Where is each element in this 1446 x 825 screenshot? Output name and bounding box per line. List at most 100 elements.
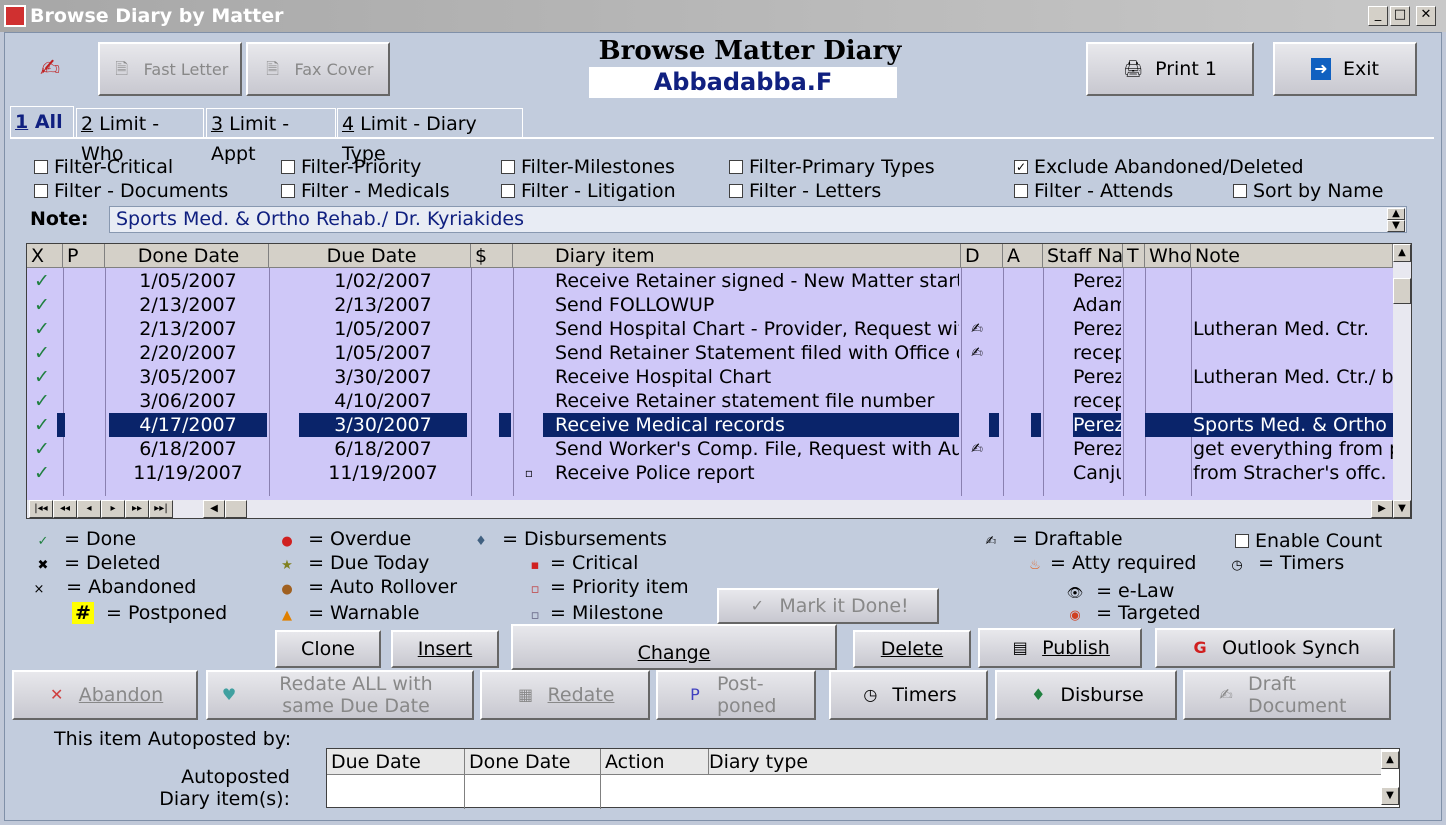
row-indicator[interactable] xyxy=(57,341,65,365)
first-record-button[interactable]: |◂◂ xyxy=(29,500,53,518)
col-a[interactable]: A xyxy=(1003,244,1043,268)
fast-letter-button[interactable]: 🗎 Fast Letter xyxy=(98,42,242,96)
diary-item-cell[interactable]: Receive Retainer signed - New Matter sta… xyxy=(543,269,959,293)
dollar-cell[interactable] xyxy=(499,389,511,413)
prev-page-button[interactable]: ◂◂ xyxy=(53,500,77,518)
due-date-cell[interactable]: 11/19/2007 xyxy=(299,461,467,485)
note-cell[interactable]: Lutheran Med. Ctr./ bill xyxy=(1191,365,1393,389)
insert-button[interactable]: Insert xyxy=(391,630,499,668)
filter-priority-checkbox[interactable]: Filter-Priority xyxy=(281,156,421,178)
milestone-icon[interactable]: ▫ xyxy=(523,461,535,485)
done-date-cell[interactable]: 2/20/2007 xyxy=(109,341,267,365)
close-button[interactable]: ✕ xyxy=(1416,6,1436,26)
postponed-button[interactable]: P Post-poned xyxy=(656,670,816,720)
disburse-button[interactable]: ♦ Disburse xyxy=(995,670,1177,720)
timers-button[interactable]: ◷ Timers xyxy=(829,670,988,720)
dollar-cell[interactable] xyxy=(499,461,511,485)
staff-cell[interactable]: Adams xyxy=(1073,293,1121,317)
filter-milestones-checkbox[interactable]: Filter-Milestones xyxy=(501,156,675,178)
filter-litigation-checkbox[interactable]: Filter - Litigation xyxy=(501,180,676,202)
staff-cell[interactable]: Perez xyxy=(1073,269,1121,293)
staff-cell[interactable]: Perez xyxy=(1073,317,1121,341)
draftable-icon[interactable]: ✍ xyxy=(965,437,989,461)
note-cell[interactable]: Lutheran Med. Ctr. xyxy=(1191,317,1393,341)
who-cell[interactable] xyxy=(1145,341,1191,365)
dollar-cell[interactable] xyxy=(499,317,511,341)
scroll-down-button[interactable]: ▼ xyxy=(1393,500,1411,518)
ap-scroll-down[interactable]: ▼ xyxy=(1381,787,1399,805)
exclude-abandoned-checkbox[interactable]: ✓ Exclude Abandoned/Deleted xyxy=(1014,156,1304,178)
staff-cell[interactable]: Perez xyxy=(1073,437,1121,461)
done-date-cell[interactable]: 6/18/2007 xyxy=(109,437,267,461)
mark-done-button[interactable]: ✓ Mark it Done! xyxy=(717,588,939,624)
exit-button[interactable]: ➜ Exit xyxy=(1273,42,1417,96)
done-date-cell[interactable]: 4/17/2007 xyxy=(109,413,267,437)
who-cell[interactable] xyxy=(1145,437,1191,461)
dollar-cell[interactable] xyxy=(499,269,511,293)
diary-item-cell[interactable]: Receive Retainer statement file number xyxy=(543,389,959,413)
col-who[interactable]: Who xyxy=(1145,244,1191,268)
done-date-cell[interactable]: 3/05/2007 xyxy=(109,365,267,389)
ap-col-done-date[interactable]: Done Date xyxy=(465,749,601,775)
d-cell-marker[interactable] xyxy=(989,269,999,293)
sort-by-name-checkbox[interactable]: Sort by Name xyxy=(1233,180,1383,202)
d-cell-marker[interactable] xyxy=(989,365,999,389)
print-button[interactable]: 🖨 Print 1 xyxy=(1086,42,1254,96)
col-dollar[interactable]: $ xyxy=(471,244,513,268)
filter-primary-types-checkbox[interactable]: Filter-Primary Types xyxy=(729,156,935,178)
maximize-button[interactable]: □ xyxy=(1390,6,1410,26)
diary-grid[interactable]: X P Done Date Due Date $ Diary item D A … xyxy=(26,243,1412,519)
dollar-cell[interactable] xyxy=(499,437,511,461)
note-scroll-up[interactable]: ▲ xyxy=(1387,208,1405,220)
col-x[interactable]: X xyxy=(27,244,63,268)
d-cell-marker[interactable] xyxy=(989,437,999,461)
draftable-icon[interactable] xyxy=(965,461,989,485)
col-d[interactable]: D xyxy=(961,244,1003,268)
a-cell[interactable] xyxy=(1031,341,1041,365)
draftable-icon[interactable]: ✍ xyxy=(965,341,989,365)
d-cell-marker[interactable] xyxy=(989,389,999,413)
row-indicator[interactable] xyxy=(57,317,65,341)
a-cell[interactable] xyxy=(1031,365,1041,389)
next-page-button[interactable]: ▸▸ xyxy=(125,500,149,518)
outlook-synch-button[interactable]: G Outlook Synch xyxy=(1155,628,1395,668)
dollar-cell[interactable] xyxy=(499,341,511,365)
due-date-cell[interactable]: 4/10/2007 xyxy=(299,389,467,413)
note-scroll-down[interactable]: ▼ xyxy=(1387,220,1405,232)
scroll-up-button[interactable]: ▲ xyxy=(1393,244,1411,262)
minimize-button[interactable]: _ xyxy=(1368,6,1388,26)
d-cell-marker[interactable] xyxy=(989,461,999,485)
diary-item-cell[interactable]: Receive Medical records xyxy=(543,413,959,437)
a-cell[interactable] xyxy=(1031,269,1041,293)
done-date-cell[interactable]: 2/13/2007 xyxy=(109,317,267,341)
col-p[interactable]: P xyxy=(63,244,105,268)
note-cell[interactable]: get everything from pol xyxy=(1191,437,1393,461)
fax-cover-button[interactable]: 🗎 Fax Cover xyxy=(246,42,390,96)
filter-critical-checkbox[interactable]: Filter-Critical xyxy=(34,156,173,178)
draftable-icon[interactable] xyxy=(965,293,989,317)
clone-button[interactable]: Clone xyxy=(275,630,381,668)
delete-button[interactable]: Delete xyxy=(853,630,971,668)
scroll-thumb[interactable] xyxy=(1393,278,1411,304)
note-cell[interactable] xyxy=(1191,269,1393,293)
tab-limit-diary-type[interactable]: 4 Limit - Diary Type xyxy=(337,108,523,165)
row-indicator[interactable] xyxy=(57,293,65,317)
redate-button[interactable]: ▦ Redate xyxy=(480,670,650,720)
who-cell[interactable] xyxy=(1145,461,1191,485)
who-cell[interactable] xyxy=(1145,389,1191,413)
diary-item-cell[interactable]: Send Retainer Statement filed with Offic… xyxy=(543,341,959,365)
done-date-cell[interactable]: 11/19/2007 xyxy=(109,461,267,485)
due-date-cell[interactable]: 3/30/2007 xyxy=(299,365,467,389)
next-record-button[interactable]: ▸ xyxy=(101,500,125,518)
filter-documents-checkbox[interactable]: Filter - Documents xyxy=(34,180,228,202)
dollar-cell[interactable] xyxy=(499,293,511,317)
due-date-cell[interactable]: 1/05/2007 xyxy=(299,341,467,365)
autoposted-grid[interactable]: Due Date Done Date Action Diary type ▲ ▼ xyxy=(326,748,1400,809)
abandon-button[interactable]: ✕ Abandon xyxy=(12,670,198,720)
who-cell[interactable] xyxy=(1145,269,1191,293)
diary-item-cell[interactable]: Send Worker's Comp. File, Request with A… xyxy=(543,437,959,461)
done-date-cell[interactable]: 3/06/2007 xyxy=(109,389,267,413)
row-indicator[interactable] xyxy=(57,413,65,437)
row-indicator[interactable] xyxy=(57,365,65,389)
staff-cell[interactable]: Perez xyxy=(1073,413,1121,437)
